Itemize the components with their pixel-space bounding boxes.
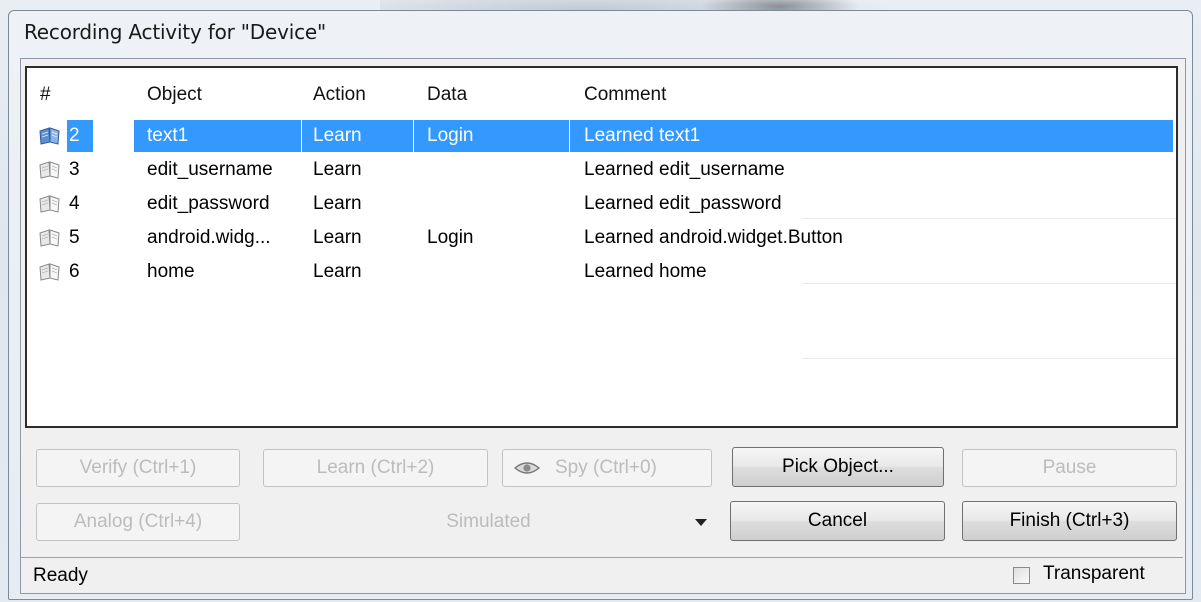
table-row[interactable]: 3 edit_username Learn Learned edit_username xyxy=(27,154,1176,186)
cell-number: 2 xyxy=(67,120,93,152)
cell-data xyxy=(414,256,570,288)
finish-button[interactable]: Finish (Ctrl+3) xyxy=(962,501,1177,541)
cell-object: home xyxy=(147,261,195,282)
table-row[interactable]: 5 android.widg... Learn Login Learned androi… xyxy=(27,222,1176,254)
list-header: # Object Action Data Comment xyxy=(27,68,1176,124)
cell-data: Login xyxy=(427,227,474,248)
spy-button[interactable]: Spy (Ctrl+0) xyxy=(502,449,712,487)
book-icon xyxy=(39,127,61,145)
cancel-button[interactable]: Cancel xyxy=(730,501,945,541)
analog-button[interactable]: Analog (Ctrl+4) xyxy=(36,503,240,541)
recording-list[interactable]: # Object Action Data Comment 2 text1 Learn… xyxy=(25,66,1178,428)
cell-comment: Learned android.widget.Button xyxy=(584,227,843,248)
cell-data: Login xyxy=(414,120,570,152)
cell-object: edit_username xyxy=(147,159,273,180)
column-header-object[interactable]: Object xyxy=(147,84,202,106)
cell-number: 5 xyxy=(69,227,80,248)
spy-button-label: Spy (Ctrl+0) xyxy=(555,457,657,478)
replay-mode-combo[interactable]: Simulated xyxy=(263,503,714,541)
cell-object: edit_password xyxy=(147,193,270,214)
cell-object: android.widg... xyxy=(147,227,271,248)
pause-button[interactable]: Pause xyxy=(962,449,1177,487)
cell-action: Learn xyxy=(302,120,414,152)
table-row[interactable]: 2 text1 Learn Login Learned text1 xyxy=(27,120,1176,152)
status-text: Ready xyxy=(33,565,88,586)
cell-data xyxy=(414,188,570,220)
chevron-down-icon[interactable] xyxy=(695,519,707,526)
learn-button[interactable]: Learn (Ctrl+2) xyxy=(263,449,488,487)
pick-object-button[interactable]: Pick Object... xyxy=(732,447,944,487)
cell-action: Learn xyxy=(313,227,362,248)
eye-icon xyxy=(513,462,541,474)
book-icon xyxy=(39,229,61,247)
cell-number: 4 xyxy=(69,193,80,214)
status-bar: Ready xyxy=(21,557,1183,593)
transparent-label[interactable]: Transparent xyxy=(1043,563,1145,585)
transparent-checkbox[interactable] xyxy=(1013,567,1030,584)
cell-action: Learn xyxy=(313,261,362,282)
cell-comment: Learned edit_password xyxy=(584,193,782,214)
cell-action: Learn xyxy=(313,193,362,214)
verify-button[interactable]: Verify (Ctrl+1) xyxy=(36,449,240,487)
cell-number: 3 xyxy=(69,159,80,180)
table-row[interactable]: 4 edit_password Learn Learned edit_password xyxy=(27,188,1176,220)
cell-data xyxy=(414,154,570,186)
book-icon xyxy=(39,161,61,179)
replay-mode-value: Simulated xyxy=(446,511,531,532)
cell-comment: Learned text1 xyxy=(570,120,1174,152)
book-icon xyxy=(39,263,61,281)
column-header-data[interactable]: Data xyxy=(427,84,467,106)
cell-object: text1 xyxy=(134,120,302,152)
column-header-action[interactable]: Action xyxy=(313,84,366,106)
book-icon xyxy=(39,195,61,213)
cell-action: Learn xyxy=(313,159,362,180)
column-header-number[interactable]: # xyxy=(40,84,51,106)
column-header-comment[interactable]: Comment xyxy=(584,84,666,106)
cell-comment: Learned edit_username xyxy=(584,159,785,180)
window-title: Recording Activity for "Device" xyxy=(24,20,326,44)
cell-number: 6 xyxy=(69,261,80,282)
